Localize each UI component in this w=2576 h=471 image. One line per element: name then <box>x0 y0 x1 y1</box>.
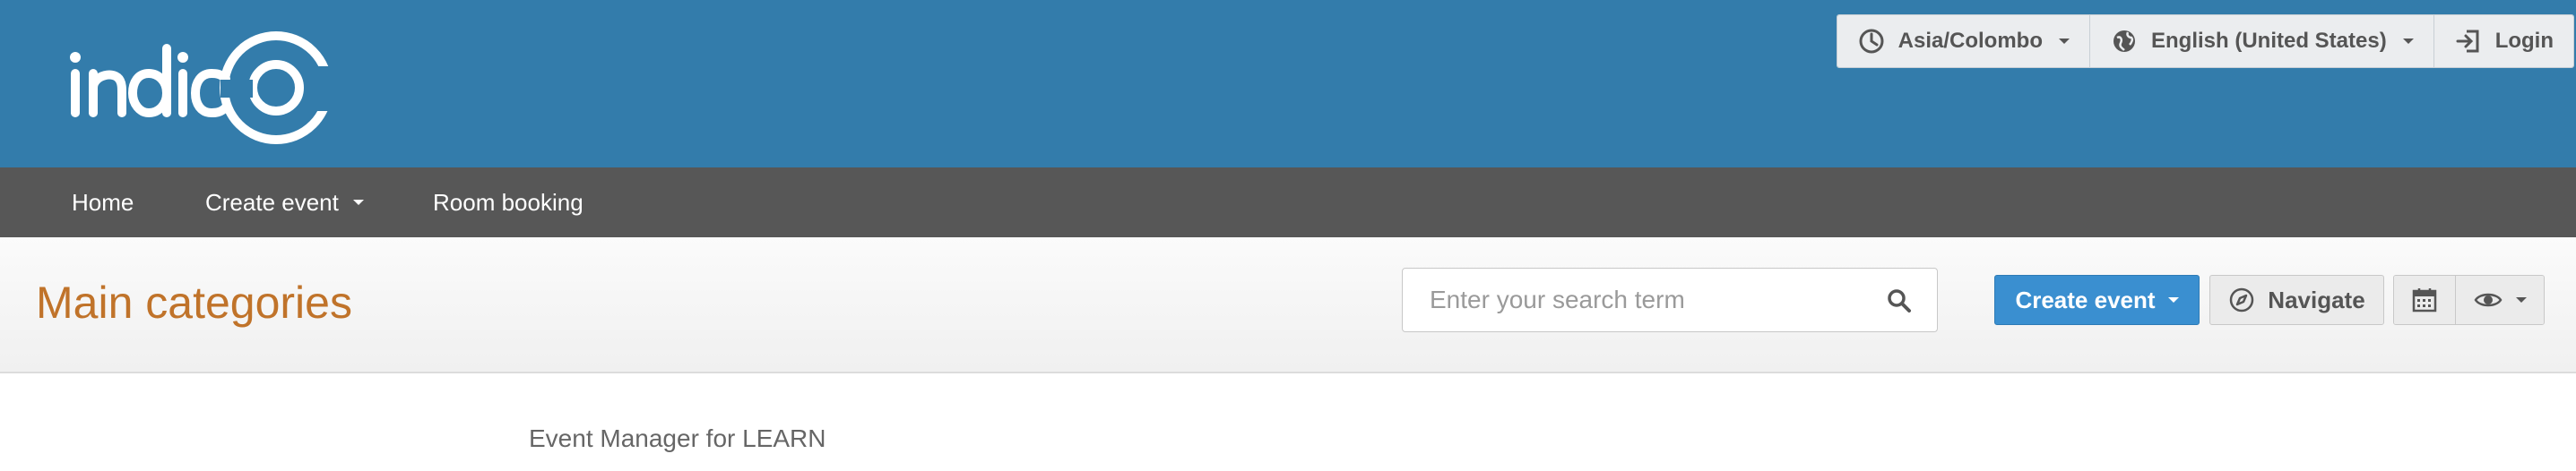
chevron-down-icon <box>2167 297 2179 303</box>
navigate-label: Navigate <box>2268 286 2365 313</box>
nav-item-label: Room booking <box>433 188 583 216</box>
main-navbar: Home Create event Room booking <box>0 167 2576 237</box>
nav-item-room-booking[interactable]: Room booking <box>433 189 583 217</box>
calendar-icon <box>2412 288 2437 313</box>
nav-item-label: Create event <box>205 188 339 216</box>
clock-icon <box>1859 29 1884 54</box>
login-label: Login <box>2494 29 2554 53</box>
globe-icon <box>2114 30 2135 52</box>
calendar-button[interactable] <box>2394 276 2456 324</box>
navigate-button[interactable]: Navigate <box>2209 275 2384 325</box>
timezone-label: Asia/Colombo <box>1897 29 2043 53</box>
compass-icon <box>2230 287 2254 313</box>
timezone-selector[interactable]: Asia/Colombo <box>1837 15 2090 67</box>
category-description: Event Manager for LEARN <box>529 424 826 452</box>
chevron-down-icon <box>2516 297 2527 303</box>
chevron-down-icon <box>352 200 364 205</box>
nav-item-label: Home <box>72 188 134 216</box>
site-header: indico Asia/Colombo <box>0 0 2576 167</box>
nav-item-home[interactable]: Home <box>72 189 134 217</box>
search-box <box>1402 268 1938 332</box>
search-input[interactable] <box>1403 285 1880 315</box>
chevron-down-icon <box>2059 39 2070 44</box>
page-title: Main categories <box>36 278 352 328</box>
header-toolbar: Asia/Colombo English (United States) Log… <box>1836 14 2574 68</box>
create-event-label: Create event <box>2015 286 2156 313</box>
view-options-group <box>2393 275 2545 325</box>
nav-item-create-event[interactable]: Create event <box>205 189 364 217</box>
language-label: English (United States) <box>2151 29 2387 53</box>
create-event-button[interactable]: Create event <box>1994 275 2200 325</box>
category-titlebar: Main categories Create event Navigate <box>0 237 2576 373</box>
language-selector[interactable]: English (United States) <box>2090 15 2434 67</box>
login-icon <box>2456 30 2479 53</box>
search-icon[interactable] <box>1887 288 1912 313</box>
view-toggle-button[interactable] <box>2456 276 2544 324</box>
eye-icon <box>2474 293 2503 307</box>
indico-logo[interactable]: indico <box>70 30 339 145</box>
login-button[interactable]: Login <box>2433 15 2573 67</box>
chevron-down-icon <box>2402 39 2414 44</box>
